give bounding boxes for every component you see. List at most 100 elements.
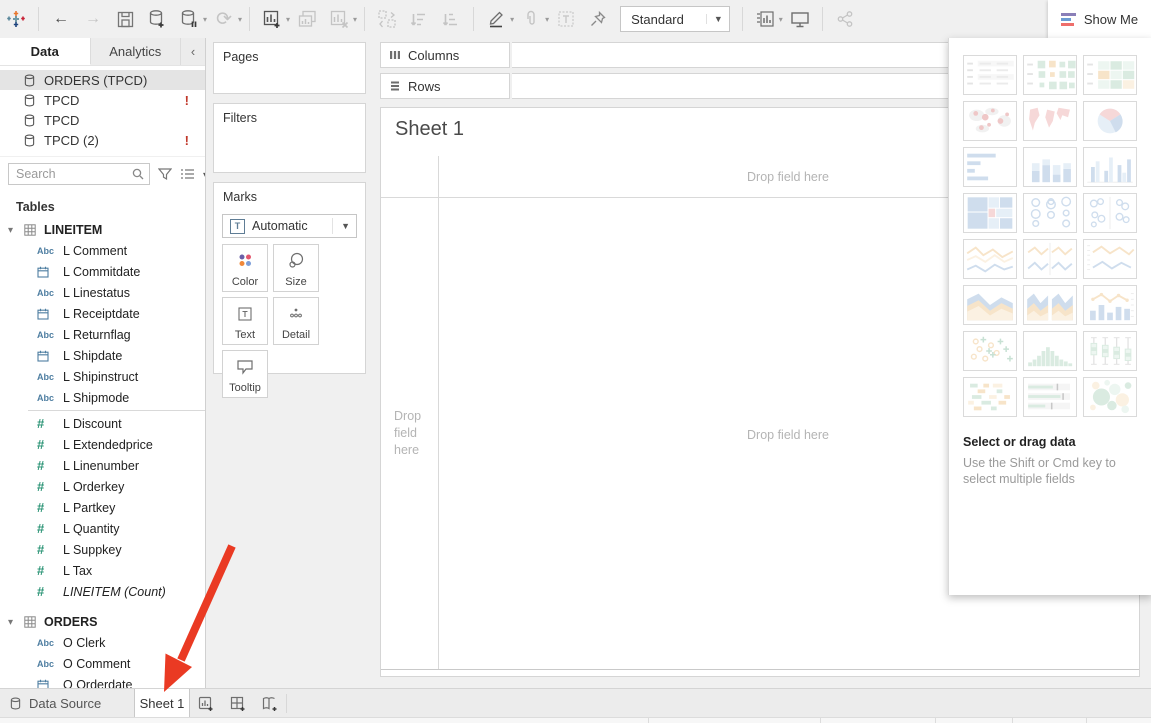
pages-shelf[interactable]: Pages — [213, 42, 366, 94]
show-me-scatter-plot[interactable] — [963, 331, 1017, 371]
show-me-treemap[interactable] — [963, 193, 1017, 233]
view-options-icon[interactable] — [180, 168, 195, 180]
show-me-symbol-map[interactable] — [963, 101, 1017, 141]
mark-type-dropdown[interactable]: T Automatic ▼ — [222, 214, 357, 238]
detail-mark-button[interactable]: Detail — [273, 297, 319, 345]
show-me-stacked-bars[interactable] — [1023, 147, 1077, 187]
datasource-item[interactable]: TPCD (2)! — [0, 130, 205, 150]
datasource-item[interactable]: TPCD — [0, 110, 205, 130]
field-item[interactable]: # L Discount — [0, 413, 205, 434]
format-text-icon[interactable] — [553, 4, 579, 34]
field-item[interactable]: Abc L Shipinstruct — [0, 366, 205, 387]
tab-data-source[interactable]: Data Source — [0, 689, 120, 718]
show-me-highlight-table[interactable] — [1083, 55, 1137, 95]
show-me-dual-combination[interactable] — [1083, 285, 1137, 325]
pin-icon[interactable] — [585, 4, 611, 34]
show-me-box-and-whisker[interactable] — [1083, 331, 1137, 371]
tab-analytics[interactable]: Analytics — [91, 38, 182, 65]
highlight-icon[interactable] — [483, 4, 509, 34]
show-me-heatmap[interactable] — [1023, 55, 1077, 95]
field-item[interactable]: L Receiptdate — [0, 303, 205, 324]
show-me-text-table[interactable] — [963, 55, 1017, 95]
field-item[interactable]: Abc O Clerk — [0, 632, 205, 653]
show-me-continuous-lines[interactable] — [963, 239, 1017, 279]
show-me-discrete-line-single[interactable] — [1083, 239, 1137, 279]
show-me-discrete-lines[interactable] — [1023, 239, 1077, 279]
highlight-caret[interactable]: ▾ — [510, 15, 514, 24]
field-item[interactable]: # L Quantity — [0, 518, 205, 539]
show-mark-labels-icon[interactable] — [752, 4, 778, 34]
show-me-button[interactable]: Show Me — [1048, 0, 1151, 38]
sort-ascending-icon[interactable] — [406, 4, 432, 34]
filters-shelf[interactable]: Filters — [213, 103, 366, 173]
refresh-icon[interactable]: ⟳ — [211, 4, 237, 34]
new-worksheet-caret[interactable]: ▾ — [286, 15, 290, 24]
chevron-down-icon[interactable]: ▾ — [8, 617, 22, 628]
pause-updates-icon[interactable] — [176, 4, 202, 34]
presentation-mode-icon[interactable] — [787, 4, 813, 34]
field-item[interactable]: # LINEITEM (Count) — [0, 581, 205, 602]
show-me-pie-chart[interactable] — [1083, 101, 1137, 141]
fix-axes-caret[interactable]: ▾ — [545, 15, 549, 24]
field-item[interactable]: # L Orderkey — [0, 476, 205, 497]
show-me-side-by-side-circles[interactable] — [1083, 193, 1137, 233]
clear-sheet-caret[interactable]: ▾ — [353, 15, 357, 24]
undo-icon[interactable]: ← — [48, 4, 74, 34]
search-input[interactable]: Search — [8, 163, 150, 185]
new-worksheet-icon[interactable] — [259, 4, 285, 34]
field-item[interactable]: Abc O Comment — [0, 653, 205, 674]
table-header-orders[interactable]: ▾ ORDERS — [0, 612, 205, 632]
chevron-down-icon[interactable]: ▾ — [8, 225, 22, 236]
text-mark-button[interactable]: Text — [222, 297, 268, 345]
show-me-histogram[interactable] — [1023, 331, 1077, 371]
datasource-item[interactable]: ORDERS (TPCD) — [0, 70, 205, 90]
refresh-caret[interactable]: ▾ — [238, 15, 242, 24]
new-dashboard-tab-icon[interactable] — [222, 689, 254, 718]
show-me-circle-views[interactable] — [1023, 193, 1077, 233]
color-mark-button[interactable]: Color — [222, 244, 268, 292]
field-item[interactable]: # L Tax — [0, 560, 205, 581]
swap-axes-icon[interactable] — [374, 4, 400, 34]
datasource-item[interactable]: TPCD! — [0, 90, 205, 110]
mark-type-caret[interactable]: ▼ — [332, 218, 352, 234]
tableau-logo[interactable] — [3, 4, 29, 34]
redo-icon[interactable]: → — [80, 4, 106, 34]
field-item[interactable]: L Commitdate — [0, 261, 205, 282]
field-item[interactable]: L Shipdate — [0, 345, 205, 366]
show-me-filled-map[interactable] — [1023, 101, 1077, 141]
field-item[interactable]: # L Extendedprice — [0, 434, 205, 455]
field-item[interactable]: Abc L Comment — [0, 240, 205, 261]
field-item[interactable]: Abc L Returnflag — [0, 324, 205, 345]
show-me-continuous-area[interactable] — [963, 285, 1017, 325]
tooltip-mark-button[interactable]: Tooltip — [222, 350, 268, 398]
table-header-lineitem[interactable]: ▾ LINEITEM — [0, 220, 205, 240]
share-icon[interactable] — [832, 4, 858, 34]
duplicate-sheet-icon[interactable] — [294, 4, 320, 34]
new-story-tab-icon[interactable] — [254, 689, 286, 718]
collapse-pane-icon[interactable]: ‹ — [181, 38, 205, 65]
fix-axes-icon[interactable] — [518, 4, 544, 34]
show-mark-labels-caret[interactable]: ▾ — [779, 15, 783, 24]
drop-zone-left[interactable]: Drop field here — [394, 408, 436, 459]
size-mark-button[interactable]: Size — [273, 244, 319, 292]
filter-fields-icon[interactable] — [158, 168, 172, 181]
save-icon[interactable] — [112, 4, 138, 34]
new-worksheet-tab-icon[interactable] — [190, 689, 222, 718]
show-me-discrete-area[interactable] — [1023, 285, 1077, 325]
field-item[interactable]: # L Suppkey — [0, 539, 205, 560]
sort-descending-icon[interactable] — [438, 4, 464, 34]
field-item[interactable]: # L Partkey — [0, 497, 205, 518]
field-item[interactable]: O Orderdate — [0, 674, 205, 688]
show-me-gantt-chart[interactable] — [963, 377, 1017, 417]
field-item[interactable]: Abc L Linestatus — [0, 282, 205, 303]
tab-data[interactable]: Data — [0, 38, 91, 65]
tab-sheet-1[interactable]: Sheet 1 — [134, 689, 190, 718]
fit-selector-caret[interactable]: ▼ — [706, 14, 723, 24]
fit-selector[interactable]: Standard ▼ — [620, 6, 730, 32]
new-datasource-icon[interactable] — [144, 4, 170, 34]
show-me-packed-bubbles[interactable] — [1083, 377, 1137, 417]
field-item[interactable]: Abc L Shipmode — [0, 387, 205, 408]
pause-updates-caret[interactable]: ▾ — [203, 15, 207, 24]
show-me-horizontal-bars[interactable] — [963, 147, 1017, 187]
clear-sheet-icon[interactable] — [326, 4, 352, 34]
